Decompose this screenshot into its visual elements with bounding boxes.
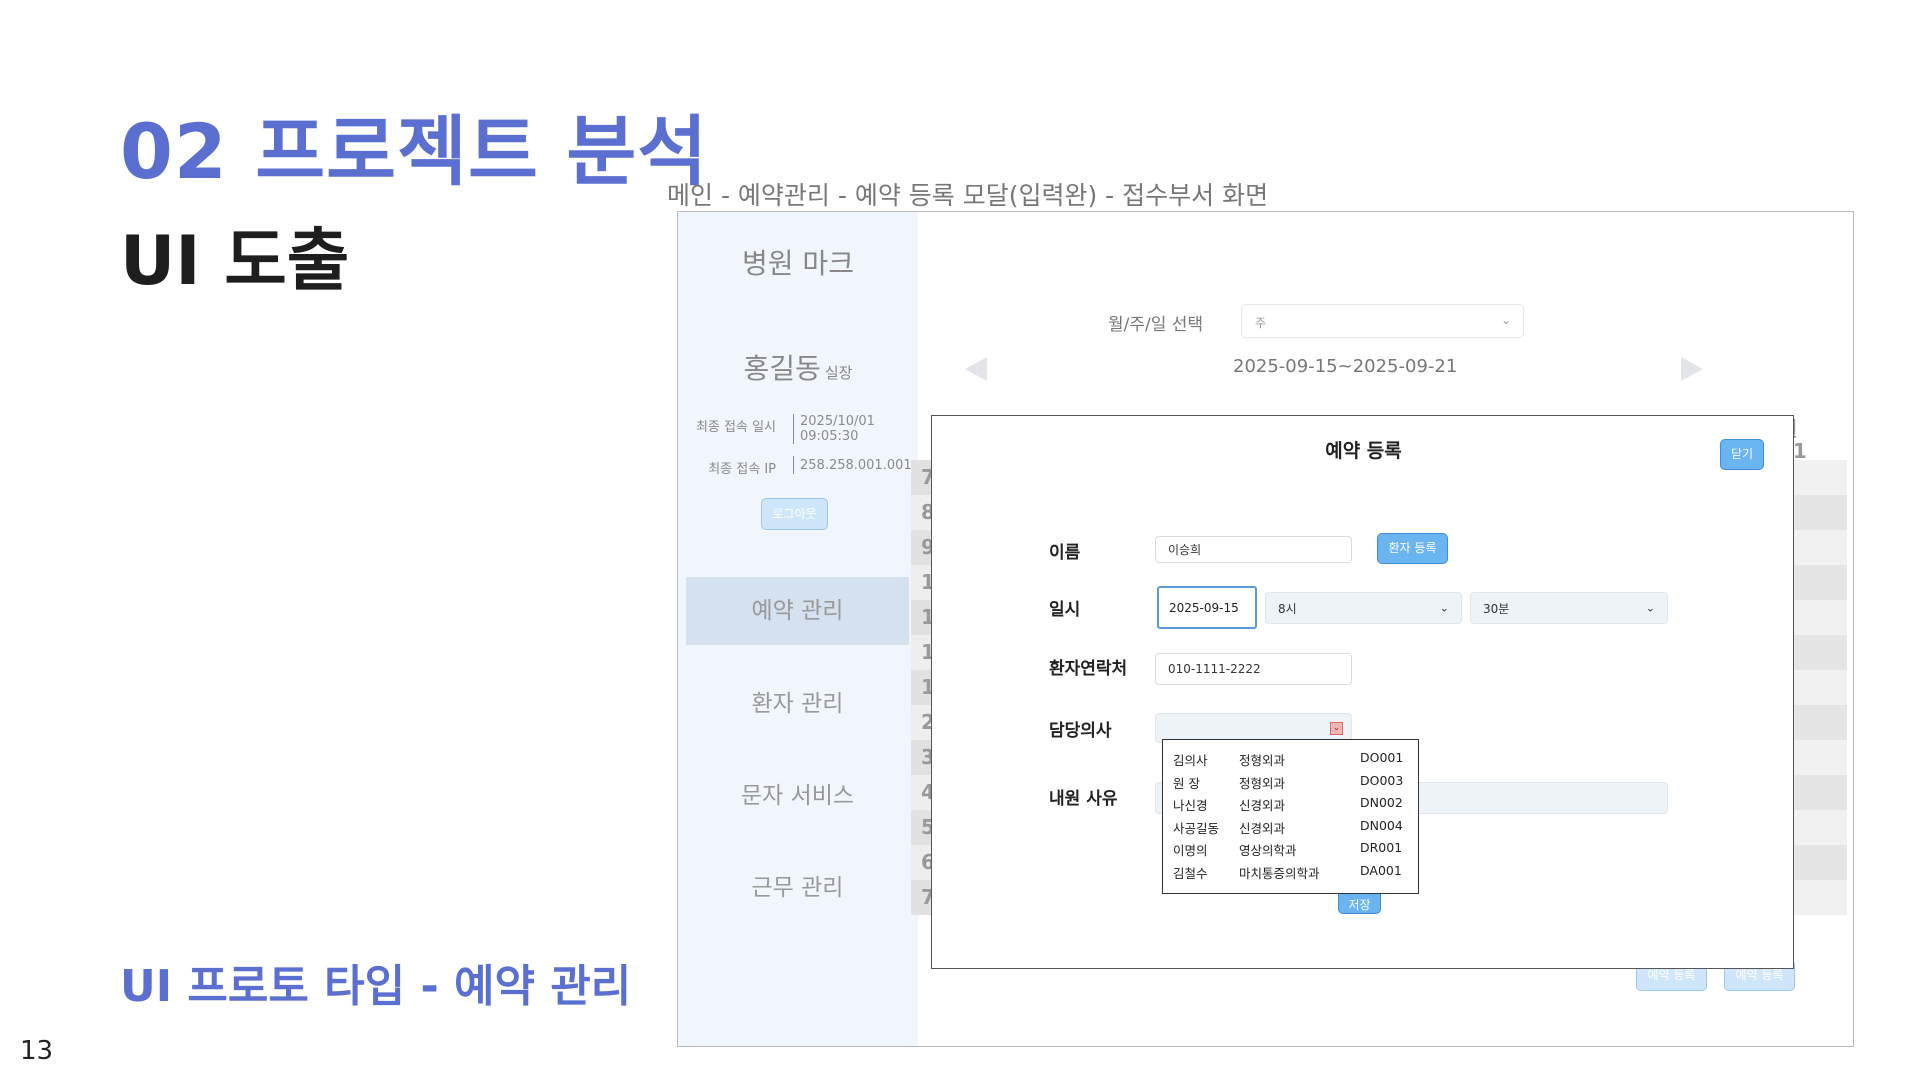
minute-select[interactable]: 30분 ⌄ — [1470, 592, 1668, 624]
doctor-option[interactable]: 김의사 정형외과 DO001 — [1173, 746, 1418, 769]
logout-button[interactable]: 로그아웃 — [761, 498, 828, 530]
last-access-time: 최종 접속 일시 2025/10/01 09:05:30 — [678, 414, 918, 446]
hour-value: 8시 — [1278, 601, 1297, 616]
doctor-option[interactable]: 사공길동 신경외과 DN004 — [1173, 814, 1418, 837]
datetime-label: 일시 — [1049, 600, 1081, 620]
nav-item-sms[interactable]: 문자 서비스 — [686, 762, 909, 830]
doctor-option[interactable]: 나신경 신경외과 DN002 — [1173, 791, 1418, 814]
doctor-name: 김철수 — [1173, 865, 1208, 881]
hour-column: 7 8 9 10 11 12 1 2 3 4 5 6 7 — [911, 460, 931, 915]
hour-cell: 9 — [911, 530, 931, 565]
divider — [793, 456, 794, 474]
contact-field[interactable]: 010-1111-2222 — [1155, 653, 1352, 685]
doctor-name: 원 장 — [1173, 775, 1200, 791]
page-number: 13 — [20, 1036, 54, 1066]
doctor-name: 김의사 — [1173, 753, 1208, 768]
doctor-code: DO001 — [1360, 750, 1404, 765]
reason-label: 내원 사유 — [1049, 789, 1118, 809]
last-access-ip: 최종 접속 IP 258.258.001.001 — [678, 456, 918, 477]
reservation-modal: 예약 등록 닫기 이름 이승희 환자 등록 일시 2025-09-15 8시 ⌄… — [931, 415, 1794, 969]
doctor-label: 담당의사 — [1049, 721, 1112, 741]
hour-cell: 11 — [911, 600, 931, 635]
nav-item-patient[interactable]: 환자 관리 — [686, 670, 909, 738]
last-access-ip-label: 최종 접속 IP — [708, 462, 776, 477]
doctor-dept: 영상의학과 — [1239, 843, 1297, 858]
chevron-down-icon: ⌄ — [1500, 313, 1511, 327]
doctor-dept: 신경외과 — [1239, 820, 1286, 836]
nav-item-reservation[interactable]: 예약 관리 — [686, 577, 909, 645]
doctor-code: DR001 — [1360, 840, 1403, 855]
user-role: 실장 — [824, 364, 853, 382]
hour-select[interactable]: 8시 ⌄ — [1265, 592, 1462, 624]
hour-cell: 8 — [911, 495, 931, 530]
close-button[interactable]: 닫기 — [1720, 439, 1764, 470]
hour-cell: 1 — [911, 670, 931, 705]
name-label: 이름 — [1049, 543, 1081, 563]
hour-cell: 5 — [911, 810, 931, 845]
hour-cell: 7 — [911, 460, 931, 495]
patient-register-button[interactable]: 환자 등록 — [1377, 533, 1448, 564]
slide-subtitle: UI 도출 — [120, 222, 350, 301]
hour-cell: 3 — [911, 740, 931, 775]
slide-footer-title: UI 프로토 타입 - 예약 관리 — [120, 961, 632, 1012]
chevron-down-icon: ⌄ — [1439, 601, 1449, 615]
hour-cell: 6 — [911, 845, 931, 880]
doctor-name: 사공길동 — [1173, 820, 1220, 836]
app-prototype-frame: 병원 마크 홍길동 실장 최종 접속 일시 2025/10/01 09:05:30… — [677, 211, 1854, 1047]
prev-week-arrow-icon[interactable] — [965, 357, 987, 381]
slide-title: 02 프로젝트 분석 — [120, 107, 709, 196]
doctor-option[interactable]: 김철수 마치통증의학과 DA001 — [1173, 859, 1418, 882]
divider — [793, 414, 794, 444]
doctor-option[interactable]: 이명의 영상의학과 DR001 — [1173, 836, 1418, 859]
hour-cell: 12 — [911, 635, 931, 670]
period-select[interactable]: 주 ⌄ — [1241, 304, 1524, 338]
last-access-ip-value: 258.258.001.001 — [800, 458, 912, 473]
doctor-dept: 정형외과 — [1239, 753, 1286, 768]
date-range: 2025-09-15~2025-09-21 — [1233, 356, 1458, 377]
last-access-clock: 09:05:30 — [800, 429, 859, 444]
screen-caption: 메인 - 예약관리 - 예약 등록 모달(입력완) - 접수부서 화면 — [667, 181, 1269, 210]
period-select-value: 주 — [1255, 316, 1267, 330]
name-value: 이승희 — [1168, 543, 1202, 557]
chevron-down-icon[interactable]: ⌄ — [1330, 722, 1343, 735]
date-value: 2025-09-15 — [1169, 600, 1239, 615]
minute-value: 30분 — [1483, 601, 1510, 616]
hospital-logo: 병원 마크 — [742, 247, 854, 280]
hour-cell: 10 — [911, 565, 931, 600]
contact-value: 010-1111-2222 — [1168, 662, 1261, 676]
last-access-time-label: 최종 접속 일시 — [695, 420, 776, 435]
doctor-option[interactable]: 원 장 정형외과 DO003 — [1173, 769, 1418, 792]
next-week-arrow-icon[interactable] — [1681, 357, 1703, 381]
nav-item-work[interactable]: 근무 관리 — [686, 854, 909, 922]
period-select-label: 월/주/일 선택 — [1108, 315, 1204, 335]
doctor-code: DN002 — [1360, 795, 1403, 810]
sidebar: 병원 마크 홍길동 실장 최종 접속 일시 2025/10/01 09:05:30… — [678, 212, 918, 1046]
doctor-dropdown-list: 김의사 정형외과 DO001 원 장 정형외과 DO003 나신경 신경외과 D… — [1162, 739, 1419, 894]
modal-title: 예약 등록 — [1325, 440, 1402, 462]
doctor-dept: 마치통증의학과 — [1239, 865, 1320, 881]
doctor-dept: 신경외과 — [1239, 798, 1286, 813]
name-field[interactable]: 이승희 — [1155, 536, 1352, 563]
hour-cell: 2 — [911, 705, 931, 740]
doctor-name: 나신경 — [1173, 798, 1208, 813]
chevron-down-icon: ⌄ — [1645, 601, 1655, 615]
hour-cell: 7 — [911, 880, 931, 915]
doctor-code: DA001 — [1360, 862, 1402, 878]
date-field[interactable]: 2025-09-15 — [1157, 586, 1257, 629]
user-name: 홍길동 — [743, 352, 821, 385]
doctor-code: DN004 — [1360, 817, 1403, 833]
doctor-code: DO003 — [1360, 772, 1404, 788]
user-profile: 홍길동 실장 — [678, 347, 918, 387]
doctor-name: 이명의 — [1173, 843, 1208, 858]
doctor-dept: 정형외과 — [1239, 775, 1286, 791]
hour-cell: 4 — [911, 775, 931, 810]
last-access-date: 2025/10/01 — [800, 414, 875, 429]
contact-label: 환자연락처 — [1049, 659, 1128, 679]
